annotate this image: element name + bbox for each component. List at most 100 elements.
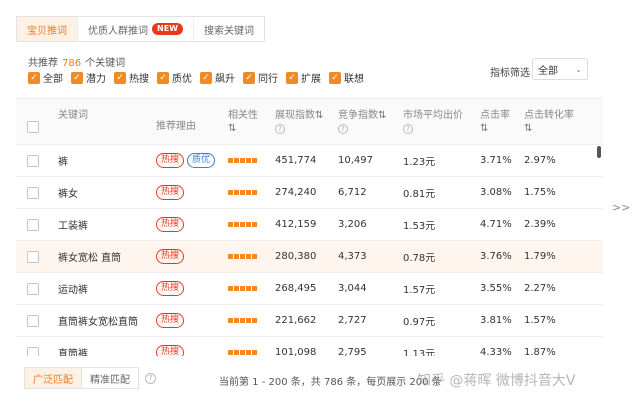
ctr-cell: 3.76% (480, 251, 512, 262)
checkbox-icon[interactable] (114, 71, 126, 84)
keyword-cell: 直筒裤 (58, 349, 88, 356)
tab-item-words-label: 宝贝推词 (27, 25, 67, 37)
impressions-cell: 101,098 (275, 347, 317, 356)
filter-all[interactable]: 全部 (28, 70, 63, 85)
keyword-cell: 直筒裤女宽松直筒 (58, 317, 138, 328)
hot-search-tag: 热搜 (156, 281, 185, 296)
table-row[interactable]: 直筒裤女宽松直筒 热搜 221,662 2,727 0.97元 3.81% 1.57% (16, 305, 603, 337)
relevance-block (228, 158, 233, 163)
col-ctr[interactable]: 点击率 ⇅ (480, 99, 524, 144)
row-checkbox[interactable] (27, 314, 39, 327)
checkbox-icon[interactable] (243, 71, 255, 84)
relevance-cell (228, 350, 275, 355)
row-checkbox[interactable] (27, 154, 39, 167)
relevance-bars (228, 190, 275, 195)
row-checkbox[interactable] (27, 186, 39, 199)
filter-label: 同行 (258, 74, 278, 85)
table-scrollbar[interactable] (597, 146, 601, 158)
select-all-cell (16, 99, 52, 144)
chevron-down-icon: ⌄ (575, 64, 582, 74)
filter-label: 潜力 (86, 74, 106, 85)
relevance-cell (228, 286, 275, 291)
col-relevance-label: 相关性 (228, 110, 258, 121)
select-all-checkbox[interactable] (27, 120, 39, 133)
sort-icon[interactable]: ⇅ (228, 122, 236, 135)
relevance-bars (228, 254, 275, 259)
filter-quality[interactable]: 质优 (157, 70, 192, 85)
checkbox-icon[interactable] (200, 71, 212, 84)
cvr-cell: 2.39% (524, 219, 556, 230)
broad-match-tab[interactable]: 广泛匹配 (25, 368, 81, 388)
relevance-block (246, 190, 251, 195)
row-checkbox[interactable] (27, 250, 39, 263)
ctr-cell: 4.33% (480, 347, 512, 356)
table-row[interactable]: 直筒裤 热搜 101,098 2,795 1.13元 4.33% 1.87% (16, 337, 603, 356)
sort-icon[interactable]: ⇅ (480, 122, 488, 135)
relevance-block (252, 158, 257, 163)
ctr-cell: 3.55% (480, 283, 512, 294)
relevance-block (246, 158, 251, 163)
cvr-cell: 2.97% (524, 155, 556, 166)
help-icon[interactable]: ? (145, 373, 156, 384)
competition-cell: 6,712 (338, 187, 367, 198)
checkbox-icon[interactable] (28, 71, 40, 84)
hot-search-tag: 热搜 (156, 185, 185, 200)
summary-count: 786 (62, 58, 82, 69)
keyword-cell: 裤女宽松 直筒 (58, 253, 122, 264)
checkbox-icon[interactable] (157, 71, 169, 84)
help-icon[interactable]: ? (338, 124, 348, 134)
table-row[interactable]: 运动裤 热搜 268,495 3,044 1.57元 3.55% 2.27% (16, 273, 603, 305)
impressions-cell: 412,159 (275, 219, 317, 230)
filter-hot-search[interactable]: 热搜 (114, 70, 149, 85)
relevance-block (228, 350, 233, 355)
avg-price-cell: 1.13元 (403, 349, 436, 356)
col-cvr[interactable]: 点击转化率 ⇅ (524, 99, 603, 144)
col-competition[interactable]: 竞争指数⇅ ? (338, 99, 403, 144)
row-checkbox[interactable] (27, 218, 39, 231)
checkbox-icon[interactable] (71, 71, 83, 84)
row-checkbox[interactable] (27, 282, 39, 295)
checkbox-icon[interactable] (329, 71, 341, 84)
indicator-filter-select[interactable]: 全部 ⌄ (532, 58, 588, 80)
next-page-arrow[interactable]: >> (612, 201, 630, 214)
indicator-filter-value: 全部 (538, 65, 558, 77)
help-icon[interactable]: ? (403, 124, 413, 134)
relevance-block (246, 286, 251, 291)
table-row[interactable]: 裤女 热搜 274,240 6,712 0.81元 3.08% 1.75% (16, 177, 603, 209)
filter-rising[interactable]: 飙升 (200, 70, 235, 85)
table-row[interactable]: 裤女宽松 直筒 热搜 280,380 4,373 0.78元 3.76% 1.79% (16, 241, 603, 273)
relevance-block (228, 318, 233, 323)
help-icon[interactable]: ? (275, 124, 285, 134)
quality-tag: 质优 (187, 153, 216, 168)
relevance-block (252, 350, 257, 355)
row-checkbox[interactable] (27, 346, 39, 356)
checkbox-icon[interactable] (286, 71, 298, 84)
competition-cell: 2,795 (338, 347, 367, 356)
tab-item-words[interactable]: 宝贝推词 (17, 17, 78, 41)
tab-search-keywords[interactable]: 搜索关键词 (194, 17, 264, 41)
sort-icon[interactable]: ⇅ (524, 122, 532, 135)
filter-potential[interactable]: 潜力 (71, 70, 106, 85)
broad-match-label: 广泛匹配 (33, 374, 73, 386)
table-row[interactable]: 裤 热搜 质优 451,774 10,497 1.23元 3.71% 2.97% (16, 145, 603, 177)
tab-audience-words[interactable]: 优质人群推词 NEW (78, 17, 194, 41)
table-row[interactable]: 工装裤 热搜 412,159 3,206 1.53元 4.71% 2.39% (16, 209, 603, 241)
keyword-cell: 裤女 (58, 189, 78, 200)
filter-associate[interactable]: 联想 (329, 70, 364, 85)
col-impressions[interactable]: 展现指数⇅ ? (275, 99, 338, 144)
tab-audience-words-label: 优质人群推词 (88, 25, 148, 37)
col-relevance[interactable]: 相关性 ⇅ (228, 99, 275, 144)
reason-cell: 热搜 (156, 345, 228, 356)
summary-suffix: 个关键词 (85, 58, 126, 69)
avg-price-cell: 1.57元 (403, 285, 436, 296)
sort-icon[interactable]: ⇅ (378, 110, 386, 121)
filter-peer[interactable]: 同行 (243, 70, 278, 85)
sort-icon[interactable]: ⇅ (315, 110, 323, 121)
exact-match-label: 精准匹配 (90, 374, 130, 386)
relevance-block (246, 318, 251, 323)
exact-match-tab[interactable]: 精准匹配 (81, 368, 138, 388)
filter-expand[interactable]: 扩展 (286, 70, 321, 85)
filter-label: 质优 (172, 74, 192, 85)
watermark: 知乎 @蒋晖 微博抖音大V (417, 373, 576, 389)
impressions-cell: 280,380 (275, 251, 317, 262)
